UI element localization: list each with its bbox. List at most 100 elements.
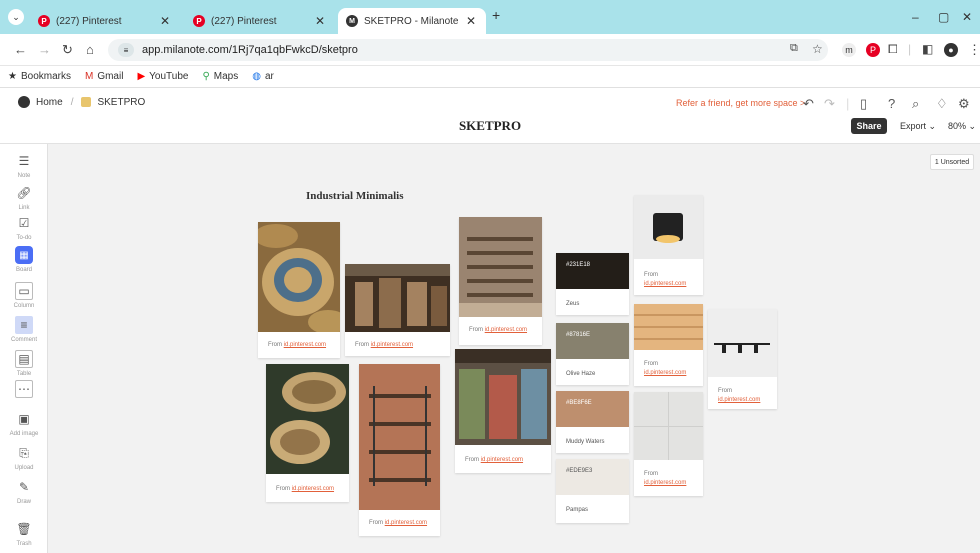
color-swatch-card[interactable]: #87816E Olive Haze — [556, 323, 629, 385]
tool-trash[interactable]: 🗑︎ Trash — [0, 520, 48, 547]
help-icon[interactable]: ? — [888, 96, 895, 111]
tool-column[interactable]: ▭ Column — [0, 282, 48, 309]
source-link[interactable]: id.pinterest.com — [644, 281, 686, 287]
profile-avatar-icon[interactable]: ● — [944, 43, 958, 57]
source-caption: From id.pinterest.com — [644, 471, 687, 486]
undo-icon[interactable]: ↶ — [803, 96, 814, 112]
image-card[interactable]: From id.pinterest.com — [634, 304, 703, 386]
menu-kebab-icon[interactable]: ⋮ — [968, 42, 980, 58]
breadcrumb-home[interactable]: Home — [36, 97, 63, 108]
site-settings-icon[interactable]: ≡ — [118, 43, 134, 57]
redo-icon[interactable]: ↷ — [824, 96, 835, 112]
back-icon[interactable]: ← — [14, 42, 27, 57]
extensions-puzzle-icon[interactable]: ⧠ — [888, 42, 898, 57]
board-title: SKETPRO — [458, 118, 522, 133]
bookmark-maps[interactable]: ⚲ Maps — [202, 71, 238, 82]
tool-board[interactable]: ▦ Board — [0, 246, 48, 273]
color-swatch-card[interactable]: #EDE9E3 Pampas — [556, 459, 629, 523]
search-icon[interactable]: ⌕ — [912, 96, 919, 112]
upload-icon: ⎘ — [19, 445, 29, 460]
home-icon[interactable]: ⌂ — [86, 42, 94, 57]
source-link[interactable]: id.pinterest.com — [485, 327, 527, 333]
note-icon: ☰ — [18, 154, 30, 168]
image-card[interactable]: From id.pinterest.com — [455, 349, 551, 473]
source-caption: From id.pinterest.com — [644, 361, 687, 376]
gmail-icon: M — [84, 71, 94, 82]
tool-note[interactable]: ☰ Note — [0, 152, 48, 179]
maximize-icon[interactable]: ▢ — [938, 10, 949, 24]
card-image-spotlight — [634, 195, 703, 259]
swatch-hex: #BE8F6E — [566, 400, 592, 406]
color-swatch-card[interactable]: #231E18 Zeus — [556, 253, 629, 315]
refer-link[interactable]: Refer a friend, get more space > — [676, 98, 805, 108]
tab-pinterest-2[interactable]: P (227) Pinterest ✕ — [185, 8, 335, 34]
pinterest-extension-icon[interactable]: P — [866, 43, 880, 57]
source-caption: From id.pinterest.com — [718, 388, 761, 403]
image-card[interactable]: From id.pinterest.com — [345, 264, 450, 356]
source-link[interactable]: id.pinterest.com — [292, 486, 334, 492]
zoom-dropdown[interactable]: 80% ⌄ — [948, 121, 976, 132]
swatch-hex: #231E18 — [566, 262, 591, 268]
maps-icon: ⚲ — [202, 71, 210, 82]
tool-comment[interactable]: ≡ Comment — [0, 316, 48, 343]
image-card[interactable]: From id.pinterest.com — [359, 364, 440, 536]
tool-draw[interactable]: ✎ Draw — [0, 478, 48, 505]
sidepanel-icon[interactable]: ◧ — [922, 42, 933, 56]
image-card[interactable]: From id.pinterest.com — [634, 392, 703, 496]
source-link[interactable]: id.pinterest.com — [385, 520, 427, 526]
tool-todo[interactable]: ☑ To-do — [0, 214, 48, 241]
tool-link[interactable]: 🔗︎ Link — [0, 184, 48, 211]
image-card[interactable]: From id.pinterest.com — [708, 309, 777, 409]
app-header: Home / SKETPRO Refer a friend, get more … — [0, 88, 980, 144]
tool-table[interactable]: ▤ Table — [0, 350, 48, 377]
source-link[interactable]: id.pinterest.com — [371, 342, 413, 348]
close-tab-icon[interactable]: ✕ — [160, 14, 170, 28]
link-icon: 🔗︎ — [16, 186, 32, 200]
tool-upload[interactable]: ⎘ Upload — [0, 444, 48, 472]
image-card[interactable]: From id.pinterest.com — [266, 364, 349, 502]
tab-pinterest-1[interactable]: P (227) Pinterest ✕ — [30, 8, 180, 34]
bookmark-star-icon[interactable]: ☆ — [812, 42, 823, 56]
notification-bell-icon[interactable]: ♢ — [936, 96, 948, 112]
source-caption: From id.pinterest.com — [369, 520, 428, 526]
address-bar-row: ← → ↻ ⌂ ≡ app.milanote.com/1Rj7qa1qbFwkc… — [0, 34, 980, 66]
tool-add-image[interactable]: ▣ Add image — [0, 410, 48, 437]
source-link[interactable]: id.pinterest.com — [644, 370, 686, 376]
export-dropdown[interactable]: Export ⌄ — [900, 121, 936, 132]
source-link[interactable]: id.pinterest.com — [718, 397, 760, 403]
device-icon[interactable]: ▯ — [860, 96, 867, 112]
close-tab-icon[interactable]: ✕ — [315, 14, 325, 28]
image-card[interactable]: From id.pinterest.com — [258, 222, 340, 358]
source-link[interactable]: id.pinterest.com — [481, 457, 523, 463]
bookmark-gmail[interactable]: M Gmail — [85, 71, 123, 82]
forward-icon[interactable]: → — [38, 42, 51, 57]
close-window-icon[interactable]: ✕ — [962, 10, 972, 24]
bookmarks-folder[interactable]: ★ Bookmarks — [8, 71, 71, 82]
color-swatch-card[interactable]: #BE8F6E Muddy Waters — [556, 391, 629, 453]
extension-icon[interactable]: m — [842, 43, 856, 57]
card-image-track-lights — [708, 309, 777, 377]
board-heading[interactable]: Industrial Minimalis — [306, 190, 404, 202]
bookmark-youtube[interactable]: ▶ YouTube — [137, 71, 188, 82]
tool-more[interactable]: ⋯ — [0, 380, 48, 401]
close-tab-icon[interactable]: ✕ — [466, 14, 476, 28]
bookmark-ar[interactable]: ◍ ar — [252, 71, 274, 82]
bookmarks-bar: ★ Bookmarks M Gmail ▶ YouTube ⚲ Maps ◍ ar — [0, 66, 980, 88]
settings-gear-icon[interactable]: ⚙ — [958, 96, 970, 112]
share-button[interactable]: Share — [851, 118, 887, 134]
new-tab-button[interactable]: + — [492, 7, 500, 23]
cast-icon[interactable]: ⧉ — [790, 42, 798, 55]
source-link[interactable]: id.pinterest.com — [644, 480, 686, 486]
url-field[interactable]: ≡ app.milanote.com/1Rj7qa1qbFwkcD/sketpr… — [108, 39, 828, 61]
source-link[interactable]: id.pinterest.com — [284, 342, 326, 348]
tab-milanote[interactable]: M SKETPRO - Milanote ✕ — [338, 8, 486, 34]
tab-search-icon[interactable]: ⌄ — [8, 9, 24, 25]
minimize-icon[interactable]: – — [912, 10, 919, 24]
image-card[interactable]: From id.pinterest.com — [634, 195, 703, 295]
card-image-wood-texture — [634, 304, 703, 350]
image-card[interactable]: From id.pinterest.com — [459, 217, 542, 345]
breadcrumb-board[interactable]: SKETPRO — [97, 97, 145, 108]
swatch-hex: #EDE9E3 — [566, 468, 593, 474]
reload-icon[interactable]: ↻ — [62, 42, 73, 58]
unsorted-button[interactable]: 1 Unsorted — [930, 154, 974, 170]
